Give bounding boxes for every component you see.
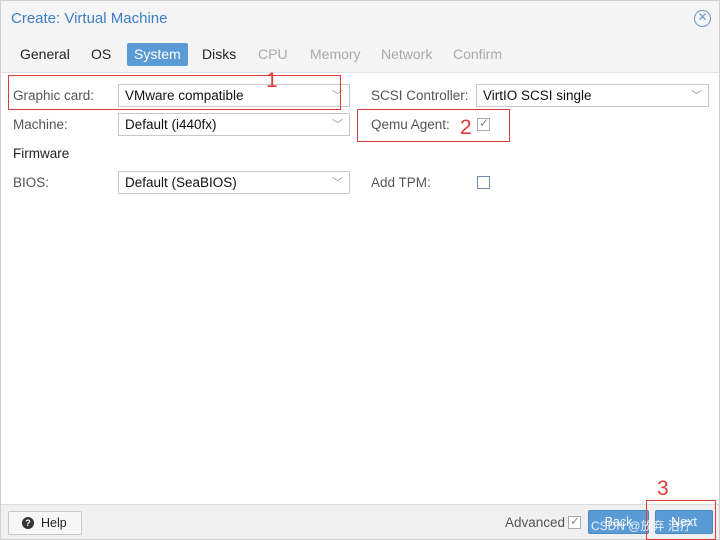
machine-select[interactable]: Default (i440fx) ﹀	[118, 113, 350, 136]
tab-os[interactable]: OS	[84, 43, 118, 66]
firmware-heading: Firmware	[13, 146, 70, 161]
close-icon[interactable]: ✕	[694, 10, 711, 27]
tab-confirm: Confirm	[453, 46, 503, 62]
annotation-label-1: 1	[266, 69, 278, 92]
tab-network: Network	[381, 46, 433, 62]
add-tpm-checkbox[interactable]	[477, 176, 490, 189]
bios-label: BIOS:	[13, 175, 50, 190]
tab-cpu: CPU	[258, 46, 288, 62]
advanced-checkbox[interactable]	[568, 514, 581, 529]
tab-system[interactable]: System	[127, 43, 188, 66]
tab-bar: General OS System Disks CPU Memory Netwo…	[1, 37, 719, 73]
chevron-down-icon: ﹀	[332, 119, 343, 131]
title-bar: Create: Virtual Machine ✕	[1, 1, 719, 37]
annotation-box-1	[8, 75, 341, 110]
advanced-label: Advanced	[505, 515, 566, 530]
help-icon: ?	[22, 517, 34, 529]
help-button-label: Help	[41, 516, 67, 530]
watermark-text: CSDN @放弃 治疗	[591, 519, 692, 533]
tab-disks[interactable]: Disks	[195, 43, 243, 66]
bios-select[interactable]: Default (SeaBIOS) ﹀	[118, 171, 350, 194]
bios-value: Default (SeaBIOS)	[125, 175, 237, 190]
tab-general[interactable]: General	[13, 43, 77, 66]
chevron-down-icon: ﹀	[691, 90, 702, 102]
annotation-box-2	[357, 109, 510, 142]
scsi-controller-select[interactable]: VirtIO SCSI single ﹀	[476, 84, 709, 107]
annotation-label-2: 2	[460, 116, 472, 139]
scsi-controller-label: SCSI Controller:	[371, 88, 469, 103]
dialog-title: Create: Virtual Machine	[11, 10, 168, 27]
create-vm-dialog: Create: Virtual Machine ✕ General OS Sys…	[0, 0, 720, 540]
machine-value: Default (i440fx)	[125, 117, 217, 132]
help-button[interactable]: ? Help	[8, 511, 82, 535]
tab-memory: Memory	[310, 46, 361, 62]
add-tpm-label: Add TPM:	[371, 175, 431, 190]
chevron-down-icon: ﹀	[332, 177, 343, 189]
machine-label: Machine:	[13, 117, 68, 132]
annotation-label-3: 3	[657, 477, 669, 500]
scsi-controller-value: VirtIO SCSI single	[483, 88, 592, 103]
